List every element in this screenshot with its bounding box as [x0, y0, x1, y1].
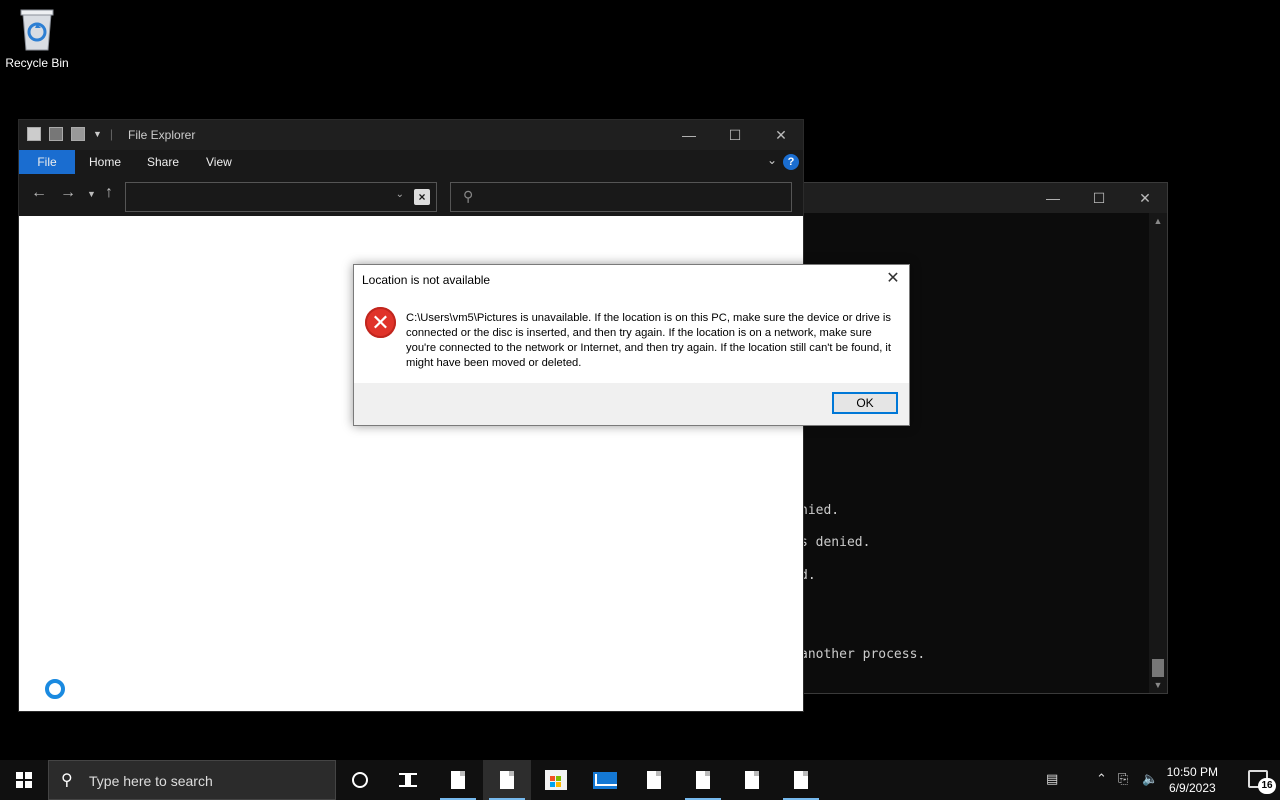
window-title: File Explorer — [128, 128, 196, 142]
clock-time: 10:50 PM — [1166, 765, 1218, 779]
document-icon — [500, 771, 514, 789]
terminal-window[interactable]: — ☐ ✕ nied. s denied. d. another process… — [800, 182, 1168, 694]
scroll-up-icon[interactable]: ▲ — [1149, 213, 1167, 229]
navigation-bar: ← → ▼ ↑ ⌄ × ⚲ — [19, 174, 803, 216]
quick-access-toolbar: ▼ | — [27, 127, 113, 141]
start-button[interactable] — [0, 760, 48, 800]
error-icon: ✕ — [365, 307, 396, 338]
taskbar-app-mail[interactable] — [581, 760, 629, 800]
taskbar-search-placeholder: Type here to search — [89, 773, 213, 789]
dialog-close-icon[interactable]: ✕ — [883, 269, 903, 289]
minimize-icon[interactable]: — — [1030, 183, 1076, 213]
search-icon: ⚲ — [463, 188, 474, 204]
clear-address-icon[interactable]: × — [414, 189, 430, 205]
taskbar-app-document[interactable] — [434, 760, 482, 800]
dialog-title: Location is not available — [362, 273, 491, 287]
taskbar-search[interactable]: ⚲ Type here to search — [48, 760, 336, 800]
error-dialog: Location is not available ✕ ✕ C:\Users\v… — [353, 264, 910, 426]
close-icon[interactable]: ✕ — [1122, 183, 1168, 213]
terminal-scrollbar[interactable]: ▲ ▼ — [1149, 213, 1167, 693]
taskbar: ⚲ Type here to search ▤ ⌃ ⎘ 🔈 10:50 PM 6… — [0, 760, 1280, 800]
scroll-down-icon[interactable]: ▼ — [1149, 677, 1167, 693]
scroll-thumb[interactable] — [1152, 659, 1164, 677]
expand-ribbon-icon[interactable]: ⌄ — [767, 153, 777, 167]
maximize-icon[interactable]: ☐ — [1076, 183, 1122, 213]
terminal-line: s denied. — [800, 535, 871, 550]
document-icon — [794, 771, 808, 789]
document-icon — [745, 771, 759, 789]
show-hidden-icons-icon[interactable]: ⌃ — [1096, 771, 1107, 787]
search-icon: ⚲ — [61, 772, 73, 789]
mail-icon — [593, 771, 617, 789]
clock[interactable]: 10:50 PM 6/9/2023 — [1167, 764, 1218, 796]
tab-view[interactable]: View — [192, 150, 246, 174]
taskbar-app-store[interactable] — [532, 760, 580, 800]
terminal-titlebar[interactable]: — ☐ ✕ — [804, 183, 1167, 213]
terminal-line: another process. — [800, 647, 926, 662]
titlebar-divider: | — [109, 127, 114, 141]
properties-icon[interactable] — [49, 127, 63, 141]
maximize-icon[interactable]: ☐ — [712, 120, 758, 150]
notification-count-badge: 16 — [1258, 778, 1276, 794]
document-icon — [647, 771, 661, 789]
clock-date: 6/9/2023 — [1168, 781, 1216, 795]
search-box[interactable]: ⚲ — [450, 182, 792, 212]
document-icon — [451, 771, 465, 789]
address-dropdown-icon[interactable]: ⌄ — [396, 189, 404, 200]
up-arrow-icon[interactable]: ↑ — [105, 184, 113, 202]
system-tray: ▤ ⌃ ⎘ 🔈 10:50 PM 6/9/2023 16 — [1040, 760, 1280, 800]
back-arrow-icon[interactable]: ← — [31, 184, 47, 202]
terminal-line: nied. — [800, 503, 840, 518]
explorer-titlebar[interactable]: ▼ | File Explorer — ☐ ✕ — [19, 120, 803, 150]
dialog-footer: OK — [354, 383, 909, 425]
tab-file[interactable]: File — [19, 150, 75, 174]
cortana-icon[interactable] — [336, 760, 384, 800]
recent-locations-icon[interactable]: ▼ — [87, 189, 96, 199]
taskbar-app-document[interactable] — [630, 760, 678, 800]
task-view-icon[interactable] — [384, 760, 432, 800]
forward-arrow-icon[interactable]: → — [60, 184, 76, 202]
close-icon[interactable]: ✕ — [758, 120, 804, 150]
news-widget-icon[interactable]: ▤ — [1046, 771, 1058, 787]
store-icon — [545, 770, 567, 790]
recycle-bin-shortcut[interactable]: Recycle Bin — [4, 6, 70, 70]
ok-button[interactable]: OK — [832, 392, 898, 414]
taskbar-app-document[interactable] — [777, 760, 825, 800]
taskbar-app-document[interactable] — [728, 760, 776, 800]
explorer-app-icon — [27, 127, 41, 141]
tab-home[interactable]: Home — [75, 150, 135, 174]
document-icon — [696, 771, 710, 789]
tab-share[interactable]: Share — [133, 150, 193, 174]
network-icon[interactable]: ⎘ — [1118, 771, 1128, 787]
taskbar-app-document[interactable] — [483, 760, 531, 800]
loading-spinner-icon — [45, 679, 65, 699]
windows-logo-icon — [16, 772, 32, 788]
volume-icon[interactable]: 🔈 — [1142, 771, 1158, 787]
new-folder-icon[interactable] — [71, 127, 85, 141]
customize-qat-icon[interactable]: ▼ — [93, 129, 102, 139]
dialog-message: C:\Users\vm5\Pictures is unavailable. If… — [406, 312, 892, 369]
address-bar[interactable]: ⌄ × — [125, 182, 437, 212]
minimize-icon[interactable]: — — [666, 120, 712, 150]
ribbon-tabs: File Home Share View ⌄ ? — [19, 150, 803, 174]
recycle-bin-icon — [17, 6, 57, 52]
taskbar-app-document[interactable] — [679, 760, 727, 800]
recycle-bin-label: Recycle Bin — [5, 56, 69, 70]
help-icon[interactable]: ? — [783, 154, 799, 170]
